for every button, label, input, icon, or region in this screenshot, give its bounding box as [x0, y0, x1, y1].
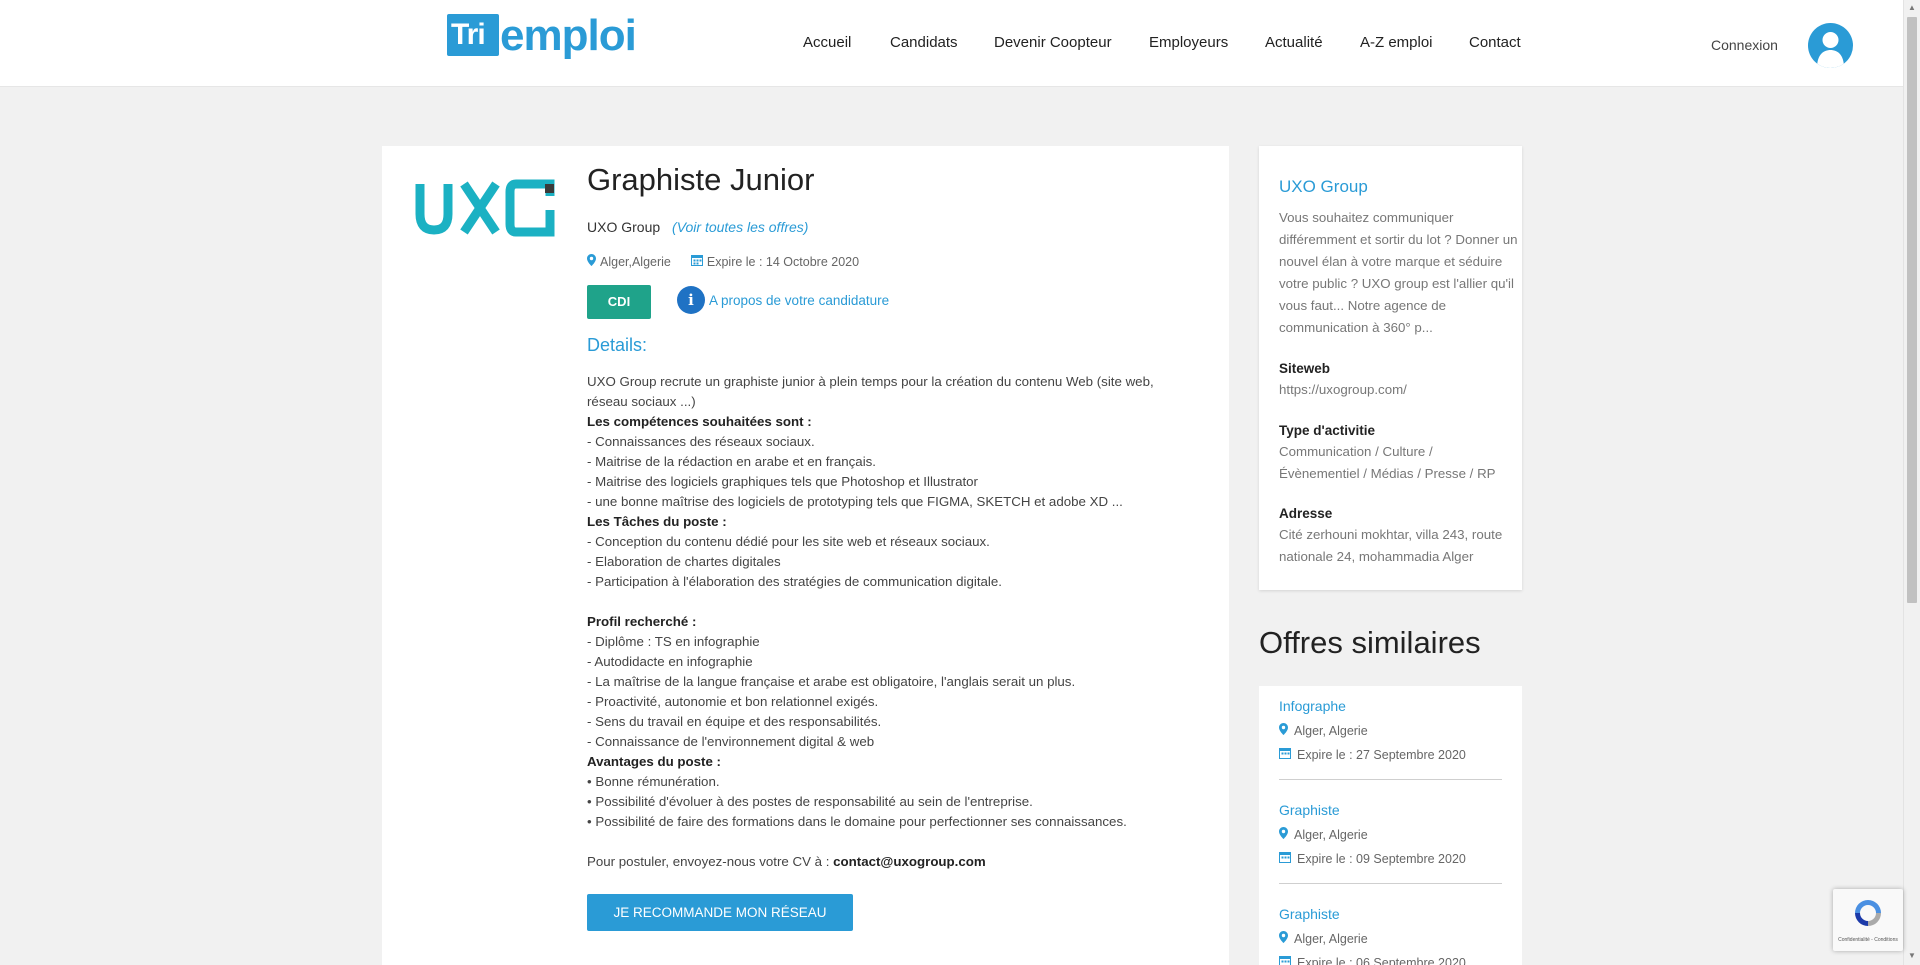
apply-email[interactable]: contact@uxogroup.com: [833, 854, 986, 869]
offer-location: Alger, Algerie: [1294, 827, 1368, 842]
company-name: UXO Group: [587, 219, 661, 235]
list-item: - Autodidacte en infographie: [587, 654, 753, 669]
offer-expiry: Expire le : 27 Septembre 2020: [1297, 747, 1466, 762]
all-offers-link[interactable]: (Voir toutes les offres): [672, 219, 808, 235]
offer-location: Alger, Algerie: [1294, 723, 1368, 738]
calendar-icon: [1279, 747, 1291, 762]
about-application-label: A propos de votre candidature: [709, 292, 890, 308]
uxo-company-logo: [412, 176, 562, 242]
profile-heading: Profil recherché :: [587, 614, 697, 629]
recaptcha-links[interactable]: Confidentialité - Conditions: [1835, 937, 1901, 943]
similar-offers-heading: Offres similaires: [1259, 625, 1481, 660]
scrollbar-thumb[interactable]: [1907, 17, 1917, 603]
job-meta: Alger,Algerie Expire le : 14 Octobre 202…: [587, 254, 859, 269]
nav-actualite[interactable]: Actualité: [1265, 34, 1323, 51]
activity-label: Type d'activitie: [1279, 423, 1375, 438]
login-link[interactable]: Connexion: [1711, 37, 1778, 53]
tasks-heading: Les Tâches du poste :: [587, 514, 727, 529]
job-location: Alger,Algerie: [600, 254, 671, 269]
job-card: Graphiste Junior UXO Group (Voir toutes …: [382, 146, 1229, 965]
list-item: - Connaissance de l'environnement digita…: [587, 734, 875, 749]
company-card-description: Vous souhaitez communiquer différemment …: [1279, 210, 1518, 335]
recommend-network-button[interactable]: JE RECOMMANDE MON RÉSEAU: [587, 894, 853, 931]
list-item: • Bonne rémunération.: [587, 774, 720, 789]
list-item: - Connaissances des réseaux sociaux.: [587, 434, 815, 449]
offer-expiry: Expire le : 09 Septembre 2020: [1297, 851, 1466, 866]
activity-value: Communication / Culture / Évènementiel /…: [1279, 444, 1496, 481]
list-item: - Maitrise des logiciels graphiques tels…: [587, 474, 978, 489]
similar-offers-list: Infographe Alger, Algerie Expire le : 27…: [1259, 686, 1522, 965]
recaptcha-icon: [1855, 900, 1881, 926]
logo-wordmark: emploi: [500, 11, 637, 60]
list-item: - Maitrise de la rédaction en arabe et e…: [587, 454, 876, 469]
job-expiry: Expire le : 14 Octobre 2020: [706, 254, 860, 269]
user-avatar-icon[interactable]: [1808, 23, 1853, 68]
nav-a-z-emploi[interactable]: A-Z emploi: [1360, 34, 1433, 51]
map-marker-icon: [1279, 931, 1288, 946]
job-intro: UXO Group recrute un graphiste junior à …: [587, 374, 1154, 409]
calendar-icon: [690, 254, 703, 269]
map-marker-icon: [587, 254, 596, 269]
contract-type-badge: CDI: [587, 285, 651, 319]
list-item: - La maîtrise de la langue française et …: [587, 674, 1076, 689]
nav-accueil[interactable]: Accueil: [803, 34, 851, 51]
benefits-heading: Avantages du poste :: [587, 754, 721, 769]
nav-candidats[interactable]: Candidats: [890, 34, 958, 51]
website-label: Siteweb: [1279, 361, 1331, 376]
page-scrollbar[interactable]: ▲ ▼: [1903, 0, 1920, 965]
list-item: • Possibilité d'évoluer à des postes de …: [587, 794, 1033, 809]
nav-contact[interactable]: Contact: [1469, 34, 1521, 51]
list-item: - Participation à l'élaboration des stra…: [587, 574, 1002, 589]
job-title: Graphiste Junior: [587, 162, 815, 197]
list-item: • Possibilité de faire des formations da…: [587, 814, 1127, 829]
list-item: - Elaboration de chartes digitales: [587, 554, 781, 569]
company-line: UXO Group (Voir toutes les offres): [587, 219, 808, 235]
recaptcha-badge[interactable]: Confidentialité - Conditions: [1833, 889, 1903, 951]
list-item: - une bonne maîtrise des logiciels de pr…: [587, 494, 1123, 509]
address-value: Cité zerhouni mokhtar, villa 243, route …: [1279, 527, 1503, 564]
divider: [1279, 883, 1502, 884]
company-card: UXO Group Vous souhaitez communiquer dif…: [1259, 146, 1522, 590]
offer-location: Alger, Algerie: [1294, 931, 1368, 946]
nav-devenir-coopteur[interactable]: Devenir Coopteur: [994, 34, 1112, 51]
scroll-up-arrow-icon[interactable]: ▲: [1908, 3, 1916, 12]
offer-title[interactable]: Graphiste: [1279, 906, 1502, 922]
list-item: - Sens du travail en équipe et des respo…: [587, 714, 882, 729]
list-item: - Conception du contenu dédié pour les s…: [587, 534, 990, 549]
logo-mark: Tri: [447, 14, 499, 56]
list-item: Infographe Alger, Algerie Expire le : 27…: [1279, 698, 1502, 780]
website-link[interactable]: https://uxogroup.com/: [1279, 379, 1509, 401]
job-description: UXO Group recrute un graphiste junior à …: [587, 372, 1197, 872]
address-label: Adresse: [1279, 506, 1333, 521]
triemploi-logo[interactable]: Tri emploi: [447, 11, 637, 68]
apply-instructions: Pour postuler, envoyez-nous votre CV à :…: [587, 852, 1197, 872]
nav-employeurs[interactable]: Employeurs: [1149, 34, 1228, 51]
map-marker-icon: [1279, 827, 1288, 842]
divider: [1279, 779, 1502, 780]
list-item: - Proactivité, autonomie et bon relation…: [587, 694, 879, 709]
offer-title[interactable]: Graphiste: [1279, 802, 1502, 818]
skills-heading: Les compétences souhaitées sont :: [587, 414, 812, 429]
details-heading: Details:: [587, 335, 648, 355]
company-card-name[interactable]: UXO Group: [1279, 177, 1368, 197]
list-item: Graphiste Alger, Algerie Expire le : 09 …: [1279, 802, 1502, 884]
list-item: Graphiste Alger, Algerie Expire le : 06 …: [1279, 906, 1502, 965]
about-application-link[interactable]: i A propos de votre candidature: [677, 286, 889, 314]
calendar-icon: [1279, 851, 1291, 866]
scroll-down-arrow-icon[interactable]: ▼: [1908, 951, 1916, 960]
list-item: - Diplôme : TS en infographie: [587, 634, 760, 649]
info-icon: i: [677, 286, 705, 314]
offer-expiry: Expire le : 06 Septembre 2020: [1297, 955, 1466, 965]
map-marker-icon: [1279, 723, 1288, 738]
site-header: Tri emploi Accueil Candidats Devenir Coo…: [0, 0, 1903, 87]
calendar-icon: [1279, 955, 1291, 965]
apply-prefix: Pour postuler, envoyez-nous votre CV à :: [587, 854, 834, 869]
offer-title[interactable]: Infographe: [1279, 698, 1502, 714]
